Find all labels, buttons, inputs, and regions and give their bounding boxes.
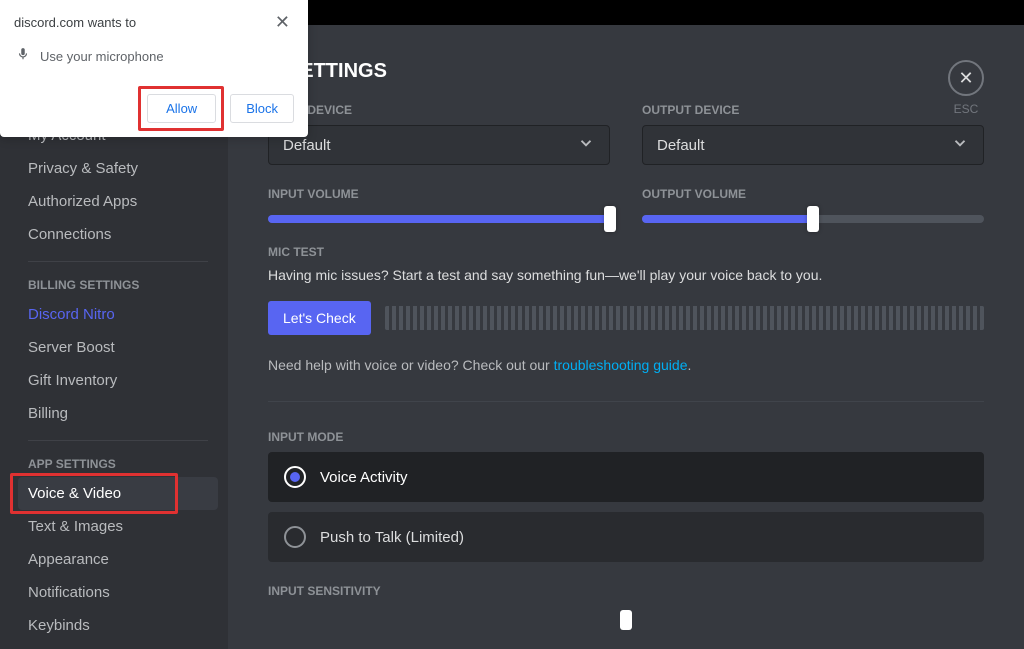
sidebar-item-billing[interactable]: Billing bbox=[18, 397, 218, 430]
input-mode-label: INPUT MODE bbox=[268, 430, 984, 444]
divider bbox=[28, 261, 208, 262]
output-volume-label: OUTPUT VOLUME bbox=[642, 187, 984, 201]
radio-label: Push to Talk (Limited) bbox=[320, 529, 464, 546]
close-icon: ✕ bbox=[948, 60, 984, 96]
mic-test-help: Having mic issues? Start a test and say … bbox=[268, 267, 984, 283]
chevron-down-icon bbox=[577, 134, 595, 156]
close-icon[interactable]: ✕ bbox=[271, 13, 294, 31]
sidebar-item-privacy-safety[interactable]: Privacy & Safety bbox=[18, 152, 218, 185]
radio-icon bbox=[284, 466, 306, 488]
sidebar-item-connections[interactable]: Connections bbox=[18, 218, 218, 251]
output-volume-slider[interactable] bbox=[642, 215, 984, 223]
output-device-label: OUTPUT DEVICE bbox=[642, 103, 984, 117]
divider bbox=[28, 440, 208, 441]
permission-prompt: discord.com wants to ✕ Use your micropho… bbox=[0, 0, 308, 137]
sidebar-item-authorized-apps[interactable]: Authorized Apps bbox=[18, 185, 218, 218]
troubleshooting-help: Need help with voice or video? Check out… bbox=[268, 357, 984, 373]
divider bbox=[268, 401, 984, 402]
chevron-down-icon bbox=[951, 134, 969, 156]
block-button[interactable]: Block bbox=[230, 94, 294, 123]
page-title: E SETTINGS bbox=[268, 60, 984, 83]
section-title-billing: BILLING SETTINGS bbox=[18, 272, 218, 298]
mic-level-meter bbox=[385, 306, 984, 330]
input-device-select[interactable]: Default bbox=[268, 125, 610, 165]
output-device-select[interactable]: Default bbox=[642, 125, 984, 165]
radio-label: Voice Activity bbox=[320, 469, 408, 486]
sidebar-item-voice-video[interactable]: Voice & Video bbox=[18, 477, 218, 510]
sidebar-item-notifications[interactable]: Notifications bbox=[18, 576, 218, 609]
input-device-label: INPUT DEVICE bbox=[268, 103, 610, 117]
sidebar-item-keybinds[interactable]: Keybinds bbox=[18, 609, 218, 642]
troubleshooting-link[interactable]: troubleshooting guide bbox=[554, 357, 688, 373]
allow-button[interactable]: Allow bbox=[147, 94, 216, 123]
permission-title: discord.com wants to bbox=[14, 15, 136, 30]
input-mode-voice-activity[interactable]: Voice Activity bbox=[268, 452, 984, 502]
lets-check-button[interactable]: Let's Check bbox=[268, 301, 371, 335]
input-mode-push-to-talk[interactable]: Push to Talk (Limited) bbox=[268, 512, 984, 562]
output-device-value: Default bbox=[657, 137, 705, 154]
input-volume-label: INPUT VOLUME bbox=[268, 187, 610, 201]
sidebar-item-server-boost[interactable]: Server Boost bbox=[18, 331, 218, 364]
main-content: ✕ ESC E SETTINGS INPUT DEVICE Default OU… bbox=[228, 0, 1024, 649]
input-sensitivity-slider[interactable] bbox=[268, 610, 984, 620]
sidebar-item-appearance[interactable]: Appearance bbox=[18, 543, 218, 576]
input-device-value: Default bbox=[283, 137, 331, 154]
sidebar-item-gift-inventory[interactable]: Gift Inventory bbox=[18, 364, 218, 397]
window-titlebar bbox=[308, 0, 1024, 25]
input-volume-slider[interactable] bbox=[268, 215, 610, 223]
sidebar-item-text-images[interactable]: Text & Images bbox=[18, 510, 218, 543]
input-sensitivity-label: INPUT SENSITIVITY bbox=[268, 584, 984, 598]
sidebar-item-discord-nitro[interactable]: Discord Nitro bbox=[18, 298, 218, 331]
radio-icon bbox=[284, 526, 306, 548]
microphone-icon bbox=[16, 47, 30, 66]
permission-mic-text: Use your microphone bbox=[40, 49, 164, 64]
mic-test-label: MIC TEST bbox=[268, 245, 984, 259]
escape-button[interactable]: ✕ ESC bbox=[948, 60, 984, 116]
escape-label: ESC bbox=[954, 102, 979, 116]
